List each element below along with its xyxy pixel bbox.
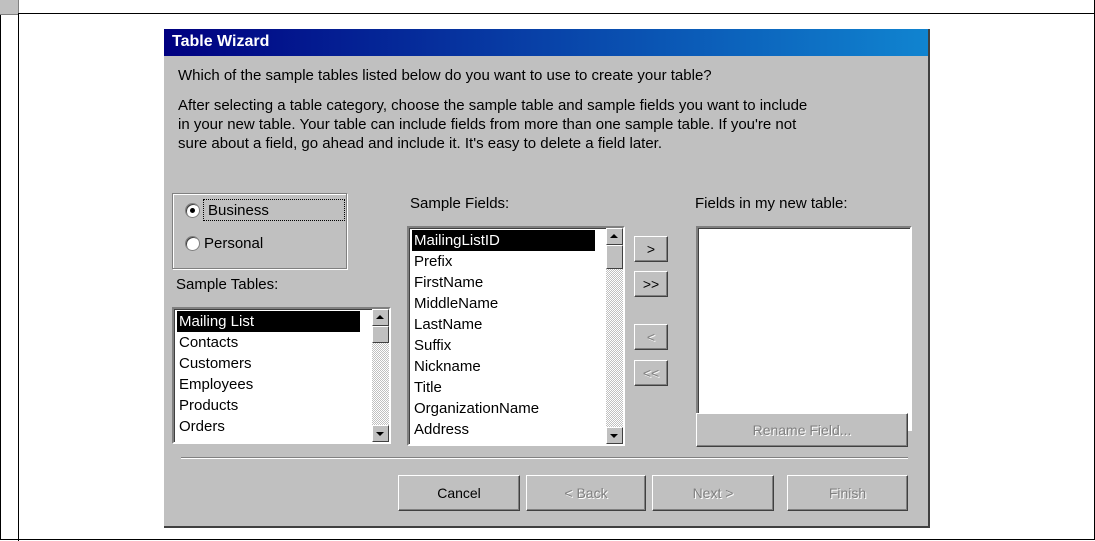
question-text: Which of the sample tables listed below … bbox=[178, 67, 712, 84]
outer-top-line bbox=[18, 13, 1095, 14]
sample-tables-list[interactable]: Mailing List Contacts Customers Employee… bbox=[172, 307, 391, 444]
list-item[interactable]: Customers bbox=[177, 353, 254, 374]
remove-all-fields-button[interactable]: << bbox=[634, 360, 668, 386]
down-arrow-icon bbox=[610, 434, 618, 438]
radio-business-label: Business bbox=[208, 202, 269, 219]
add-all-label: >> bbox=[642, 276, 660, 292]
list-item[interactable]: FirstName bbox=[412, 272, 485, 293]
back-button[interactable]: < Back bbox=[526, 475, 646, 511]
fields-scrollbar[interactable] bbox=[606, 228, 623, 444]
instruction-line-2: in your new table. Your table can includ… bbox=[178, 116, 797, 133]
list-item[interactable]: Nickname bbox=[412, 356, 483, 377]
outer-left-rule bbox=[18, 14, 19, 541]
list-item[interactable]: Title bbox=[412, 377, 444, 398]
category-group: Business Personal bbox=[172, 193, 347, 269]
list-item[interactable]: Contacts bbox=[177, 332, 240, 353]
remove-field-label: < bbox=[646, 329, 656, 345]
list-item[interactable]: OrganizationName bbox=[412, 398, 541, 419]
list-item[interactable]: MiddleName bbox=[412, 293, 500, 314]
instruction-line-3: sure about a field, go ahead and include… bbox=[178, 135, 663, 152]
sample-tables-label: Sample Tables: bbox=[176, 276, 279, 293]
list-item[interactable]: LastName bbox=[412, 314, 484, 335]
cancel-label: Cancel bbox=[437, 485, 481, 501]
add-all-fields-button[interactable]: >> bbox=[634, 271, 668, 297]
cancel-button[interactable]: Cancel bbox=[398, 475, 520, 511]
scroll-up-button[interactable] bbox=[606, 228, 623, 245]
sample-fields-list[interactable]: MailingListID Prefix FirstName MiddleNam… bbox=[407, 226, 625, 446]
rename-field-label: Rename Field... bbox=[752, 422, 852, 438]
next-label: Next > bbox=[692, 485, 734, 501]
new-table-fields-list[interactable] bbox=[696, 226, 912, 431]
table-wizard-dialog: Table Wizard Which of the sample tables … bbox=[164, 29, 930, 528]
scroll-up-button[interactable] bbox=[372, 309, 389, 326]
add-field-button[interactable]: > bbox=[634, 236, 668, 262]
remove-field-button[interactable]: < bbox=[634, 324, 668, 350]
finish-button[interactable]: Finish bbox=[787, 475, 908, 511]
up-arrow-icon bbox=[376, 315, 384, 319]
radio-personal-button[interactable] bbox=[185, 236, 200, 251]
instruction-line-1: After selecting a table category, choose… bbox=[178, 97, 808, 114]
back-label: < Back bbox=[564, 485, 608, 501]
list-item[interactable]: Employees bbox=[177, 374, 255, 395]
list-item[interactable]: Products bbox=[177, 395, 240, 416]
title-bar[interactable]: Table Wizard bbox=[164, 29, 928, 56]
list-item[interactable]: Address bbox=[412, 419, 471, 440]
list-item[interactable]: Suffix bbox=[412, 335, 453, 356]
list-item[interactable]: Prefix bbox=[412, 251, 454, 272]
window-corner bbox=[0, 0, 19, 15]
radio-selected-dot bbox=[190, 208, 195, 213]
sample-fields-label: Sample Fields: bbox=[410, 195, 510, 212]
add-field-label: > bbox=[646, 241, 656, 257]
scroll-thumb[interactable] bbox=[606, 245, 623, 269]
window-title: Table Wizard bbox=[172, 33, 270, 50]
scroll-down-button[interactable] bbox=[372, 425, 389, 442]
list-item[interactable]: Mailing List bbox=[177, 311, 360, 332]
radio-personal-label: Personal bbox=[204, 235, 264, 252]
down-arrow-icon bbox=[376, 432, 384, 436]
new-table-label: Fields in my new table: bbox=[695, 195, 848, 212]
tables-scrollbar[interactable] bbox=[372, 309, 389, 442]
footer-separator bbox=[181, 457, 908, 459]
remove-all-label: << bbox=[642, 365, 660, 381]
scroll-down-button[interactable] bbox=[606, 427, 623, 444]
up-arrow-icon bbox=[610, 234, 618, 238]
rename-field-button[interactable]: Rename Field... bbox=[696, 413, 908, 447]
list-item[interactable]: Orders bbox=[177, 416, 227, 437]
finish-label: Finish bbox=[828, 485, 867, 501]
list-item[interactable]: MailingListID bbox=[412, 230, 595, 251]
next-button[interactable]: Next > bbox=[652, 475, 774, 511]
radio-business-button[interactable] bbox=[185, 203, 200, 218]
scroll-thumb[interactable] bbox=[372, 326, 389, 343]
